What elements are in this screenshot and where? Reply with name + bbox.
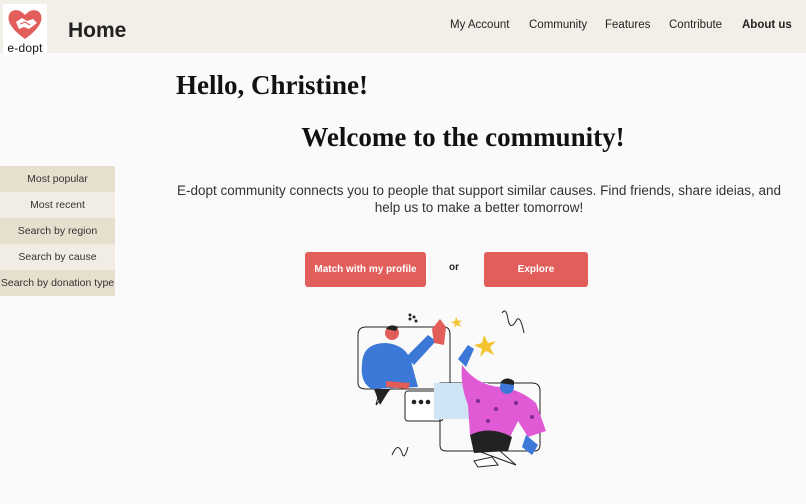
high-five-illustration [357,310,546,468]
top-bar: e-dopt Home My Account Community Feature… [0,0,806,55]
nav-community[interactable]: Community [529,19,587,31]
nav-features[interactable]: Features [605,19,650,31]
greeting-heading: Hello, Christine! [176,70,368,100]
nav-about-us[interactable]: About us [742,19,792,31]
explore-button[interactable]: Explore [484,252,588,287]
sidebar-item-most-recent[interactable]: Most recent [0,192,115,218]
sidebar-item-most-popular[interactable]: Most popular [0,166,115,192]
sidebar: Most popular Most recent Search by regio… [0,166,115,296]
sidebar-item-search-by-region[interactable]: Search by region [0,218,115,244]
top-nav: My Account Community Features Contribute… [0,19,806,35]
nav-my-account[interactable]: My Account [450,19,509,31]
sidebar-item-search-by-donation-type[interactable]: Search by donation type [0,270,115,296]
community-description: E-dopt community connects you to people … [176,183,782,215]
logo-text: e-dopt [7,41,43,55]
nav-contribute[interactable]: Contribute [669,19,722,31]
welcome-heading: Welcome to the community! [301,122,625,152]
or-separator: or [449,262,459,273]
sidebar-item-search-by-cause[interactable]: Search by cause [0,244,115,270]
match-profile-button[interactable]: Match with my profile [305,252,426,287]
